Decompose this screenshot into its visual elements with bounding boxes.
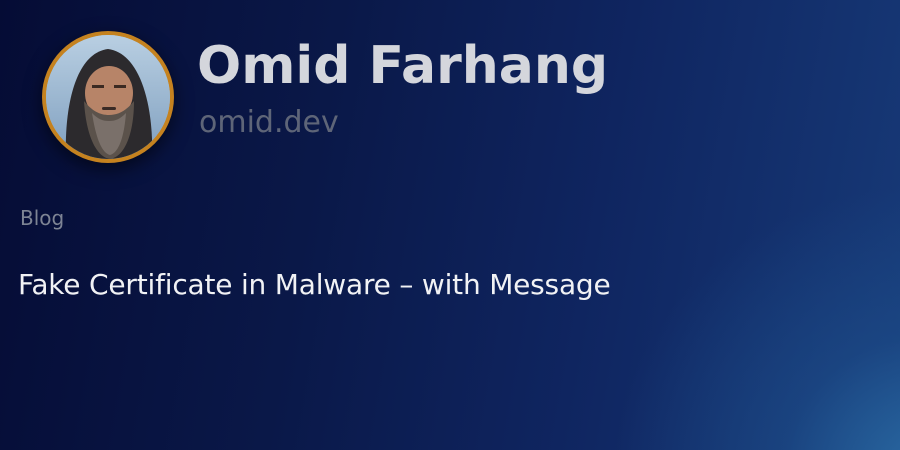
author-name: Omid Farhang (197, 36, 609, 96)
author-site: omid.dev (199, 105, 339, 140)
post-title: Fake Certificate in Malware – with Messa… (18, 268, 611, 301)
avatar (42, 31, 174, 163)
post-category: Blog (20, 206, 65, 230)
blog-post-card: Omid Farhang omid.dev Blog Fake Certific… (0, 0, 900, 450)
avatar-photo (46, 35, 170, 159)
